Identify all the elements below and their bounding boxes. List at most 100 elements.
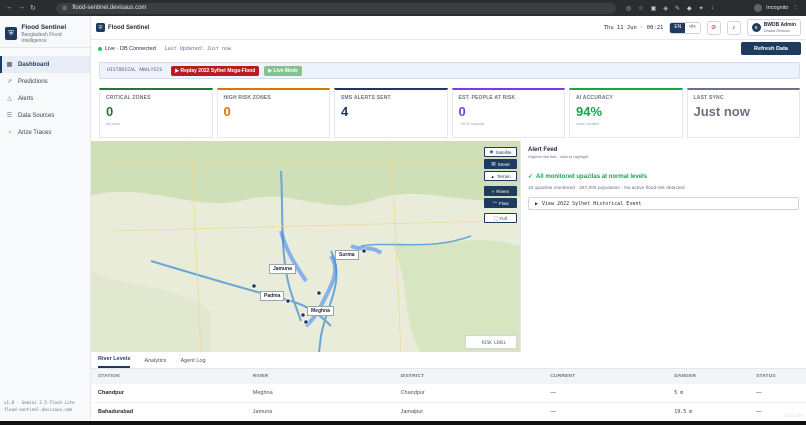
extension-icon[interactable]: ◆	[687, 5, 692, 12]
station-marker[interactable]	[303, 319, 309, 325]
map-canvas[interactable]	[91, 141, 520, 352]
live-mode-button[interactable]: ▶ Live Mode	[264, 65, 302, 76]
play-icon: ▶	[535, 200, 539, 207]
card-value: 0	[458, 104, 466, 119]
map-tools: ◉ Satellite ▤ Street ▲ Terrain ≈ Rivers 〜 Flo…	[484, 147, 517, 223]
connection-status: Live · DB Connected	[105, 45, 156, 52]
flow-label: Flow	[498, 200, 509, 206]
station-marker[interactable]	[300, 312, 306, 318]
check-icon: ✓	[528, 174, 534, 180]
incognito-icon	[754, 4, 763, 12]
mountain-icon: ▲	[490, 173, 495, 179]
browser-toolbar: ← → ↻ ⚙ flood-sentinel.devisaus.com ◎ ☆ …	[0, 0, 806, 16]
site-info-icon[interactable]: ⚙	[62, 5, 67, 12]
sidebar-item-dashboard[interactable]: ▦ Dashboard	[0, 56, 90, 73]
table-row[interactable]: Chandpur Meghna Chandpur — 5 m —	[91, 384, 806, 403]
cell-danger: 19.5 m	[674, 409, 693, 415]
card-people-at-risk: EST. PEOPLE AT RISK 0 ~267K upazila	[451, 88, 565, 138]
sidebar-menu: ▦ Dashboard ↗ Predictions △ Alerts ☰ Dat…	[0, 56, 90, 141]
bell-icon[interactable]: ♪	[726, 20, 741, 35]
domain-text: flood-sentinel.devisaus.com	[4, 407, 73, 412]
shield-logo-icon: ⛨	[5, 27, 18, 40]
col-station[interactable]: STATION	[98, 374, 253, 379]
clock: Thu 11 Jun · 00:21	[603, 24, 664, 31]
sidebar-item-predictions[interactable]: ↗ Predictions	[0, 73, 90, 90]
all-clear-text: All monitored upazilas at normal levels	[536, 173, 648, 180]
forward-icon[interactable]: →	[18, 4, 25, 12]
trace-icon: ◔	[7, 129, 12, 136]
sidebar-item-data-sources[interactable]: ☰ Data Sources	[0, 107, 90, 124]
col-danger[interactable]: DANGER	[674, 374, 756, 379]
last-updated: Last Updated: Just now	[164, 45, 231, 52]
chart-icon: ↗	[6, 79, 13, 85]
flow-toggle[interactable]: 〜 Flow	[484, 198, 517, 208]
terrain-button[interactable]: ▲ Terrain	[484, 171, 517, 181]
col-status[interactable]: STATUS	[756, 374, 806, 379]
sidebar-item-arize-traces[interactable]: ◔ Arize Traces	[0, 124, 90, 141]
back-icon[interactable]: ←	[6, 4, 13, 12]
station-marker[interactable]	[285, 298, 291, 304]
topbar-actions: Thu 11 Jun · 00:21 EN বাং ⊘ ♪ B BWDB Adm…	[604, 19, 801, 36]
incognito-indicator[interactable]: Incognito ⋮	[754, 4, 806, 12]
cell-danger: 5 m	[674, 390, 684, 396]
card-value: 94%	[576, 104, 603, 119]
replay-label: Replay 2022 Sylhet Mega-Flood	[180, 67, 256, 74]
address-bar[interactable]: ⚙ flood-sentinel.devisaus.com	[56, 2, 616, 14]
refresh-data-button[interactable]: Refresh Data	[741, 42, 801, 55]
cell-current: —	[550, 390, 556, 396]
card-value: 0	[223, 104, 231, 119]
view-historical-label: View 2022 Sylhet Historical Event	[542, 200, 642, 207]
shield-icon[interactable]: ◈	[663, 5, 668, 12]
card-value: 4	[341, 104, 349, 119]
map-label-padma: Padma	[260, 291, 285, 301]
sidebar-item-alerts[interactable]: △ Alerts	[0, 90, 90, 107]
card-ai-accuracy: AI ACCURACY 94% Arize verified	[569, 88, 683, 138]
browser-nav: ← → ↻	[0, 4, 56, 12]
fullscreen-button[interactable]: ⛶ Full	[484, 213, 517, 223]
street-button[interactable]: ▤ Street	[484, 159, 517, 169]
replay-button[interactable]: ▶ Replay 2022 Sylhet Mega-Flood	[171, 65, 260, 76]
river-levels-table: STATION RIVER DISTRICT CURRENT DANGER ST…	[91, 369, 806, 422]
download-icon[interactable]: ↓	[711, 5, 714, 11]
expand-icon: ⛶	[494, 215, 498, 221]
col-district[interactable]: DISTRICT	[401, 374, 551, 379]
eye-off-icon[interactable]: ◎	[626, 5, 631, 12]
sidebar: ⛨ Flood Sentinel Bangladesh Flood Intell…	[0, 16, 91, 421]
flood-map[interactable]: Jamuna Surma Padma Meghna ◉ Satellite ▤ St…	[91, 141, 520, 352]
card-sub: ~267K upazila	[458, 121, 484, 126]
view-historical-event-button[interactable]: ▶ View 2022 Sylhet Historical Event	[528, 197, 799, 210]
language-toggle: EN বাং	[669, 21, 701, 34]
status-row: Live · DB Connected Last Updated: Just n…	[91, 40, 806, 57]
alert-toggle-icon[interactable]: ⊘	[706, 20, 721, 35]
lang-en-button[interactable]: EN	[670, 22, 686, 33]
station-marker[interactable]	[251, 283, 257, 289]
tab-agent-log[interactable]: Agent Log	[180, 358, 205, 368]
sidebar-item-label: Predictions	[18, 78, 48, 85]
extension-icon[interactable]: ✎	[675, 5, 680, 12]
extension-icon[interactable]: ▣	[651, 5, 657, 12]
card-last-sync: LAST SYNC Just now	[686, 88, 800, 138]
col-river[interactable]: RIVER	[253, 374, 401, 379]
risk-level-legend: RISK LEVEL	[465, 335, 517, 349]
lang-bn-button[interactable]: বাং	[685, 23, 699, 33]
taskbar-clock: 12:21 AM	[783, 413, 803, 418]
cell-river: Meghna	[252, 390, 273, 396]
rivers-toggle[interactable]: ≈ Rivers	[484, 186, 517, 196]
star-icon[interactable]: ☆	[638, 5, 643, 12]
tab-analytics[interactable]: Analytics	[144, 358, 166, 368]
incognito-label: Incognito	[766, 5, 789, 11]
col-current[interactable]: CURRENT	[550, 374, 674, 379]
card-label: SMS ALERTS SENT	[341, 95, 391, 101]
reload-icon[interactable]: ↻	[30, 4, 36, 12]
alert-feed-title: Alert Feed	[528, 147, 558, 153]
table-row[interactable]: Bahadurabad Jamuna Jamalpur — 19.5 m —	[91, 403, 806, 422]
card-label: HIGH RISK ZONES	[223, 95, 271, 101]
puzzle-icon[interactable]: ✦	[699, 5, 704, 12]
station-marker[interactable]	[316, 290, 322, 296]
satellite-button[interactable]: ◉ Satellite	[484, 147, 517, 157]
tab-river-levels[interactable]: River Levels	[98, 356, 131, 368]
app-title: Flood Sentinel	[108, 24, 150, 31]
user-menu[interactable]: B BWDB Admin Dhaka Division	[746, 19, 801, 36]
more-icon[interactable]: ⋮	[793, 5, 799, 11]
station-marker[interactable]	[361, 248, 367, 254]
